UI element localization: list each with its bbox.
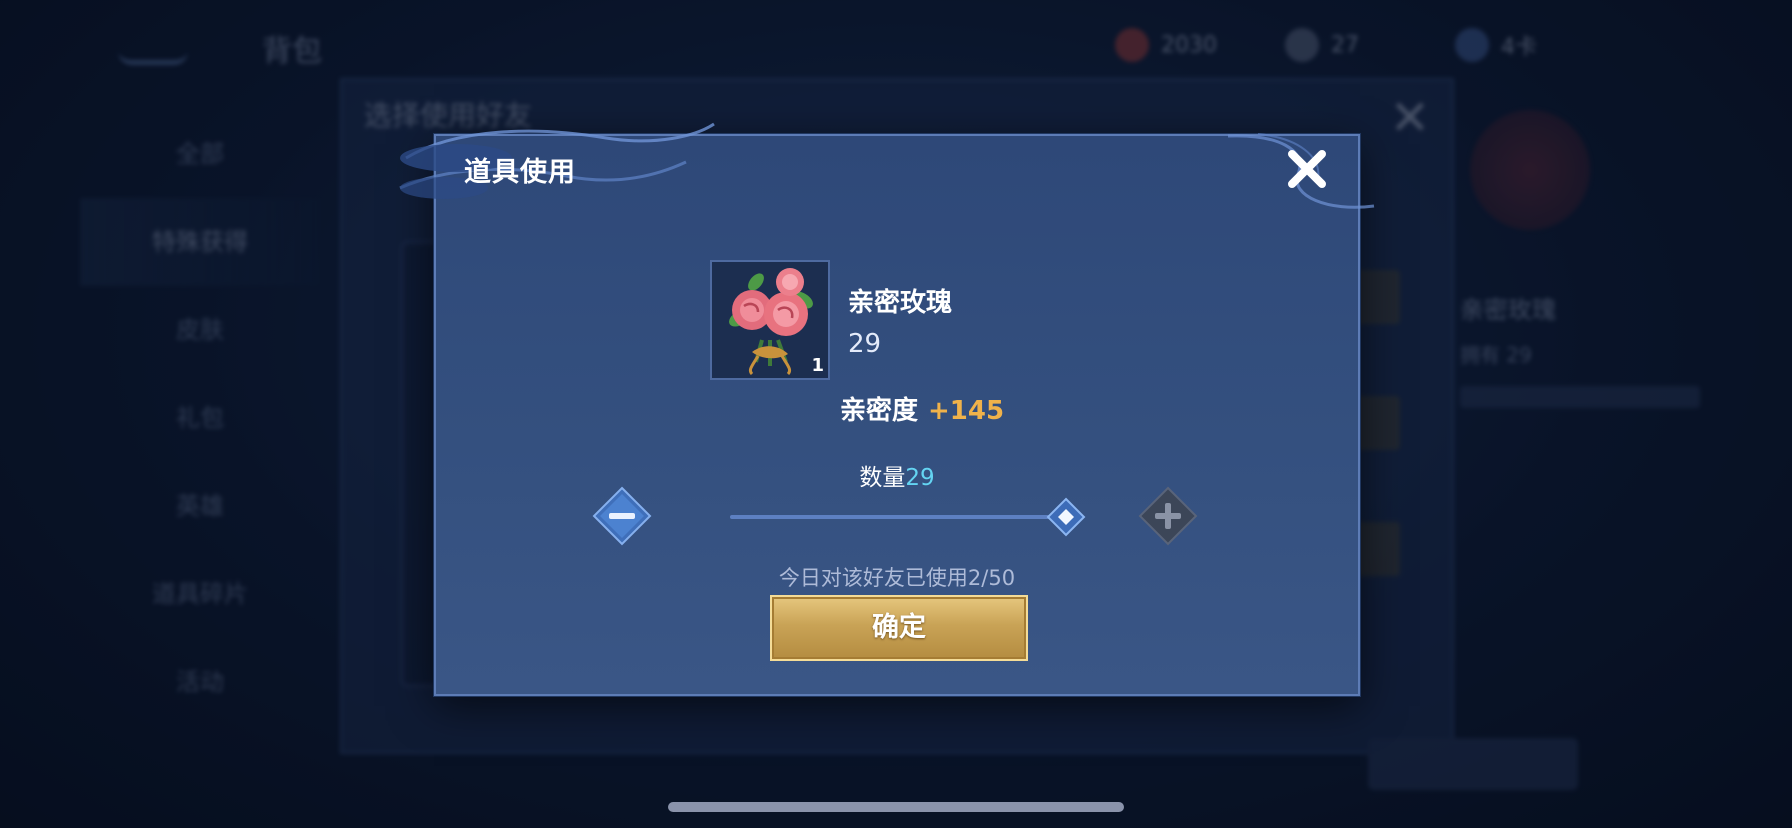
- item-icon-frame: 1: [710, 260, 830, 380]
- intimacy-value: +145: [928, 396, 1005, 426]
- item-name: 亲密玫瑰: [848, 288, 953, 318]
- quantity-label: 数量: [859, 465, 906, 491]
- close-icon[interactable]: [1282, 144, 1332, 194]
- quantity-readout: 数量29: [436, 458, 1358, 492]
- plus-icon[interactable]: [1138, 486, 1198, 546]
- dialog-title: 道具使用: [464, 157, 576, 188]
- daily-usage-text: 今日对该好友已使用2/50: [778, 566, 1016, 590]
- minus-icon[interactable]: [592, 486, 652, 546]
- item-use-dialog: 道具使用 1 亲密玫瑰 29 亲密度 +145 数量29 今日对该好友已使用2/…: [399, 122, 1375, 696]
- intimacy-label: 亲密度: [840, 396, 919, 426]
- quantity-value: 29: [905, 465, 935, 491]
- item-count-badge: 1: [811, 355, 824, 376]
- item-owned-quantity: 29: [848, 329, 882, 359]
- intimacy-gain: 亲密度 +145: [840, 390, 1004, 427]
- home-indicator: [668, 802, 1124, 812]
- slider-thumb[interactable]: [1046, 497, 1086, 537]
- quantity-slider[interactable]: [730, 515, 1066, 519]
- confirm-button[interactable]: 确定: [770, 595, 1028, 661]
